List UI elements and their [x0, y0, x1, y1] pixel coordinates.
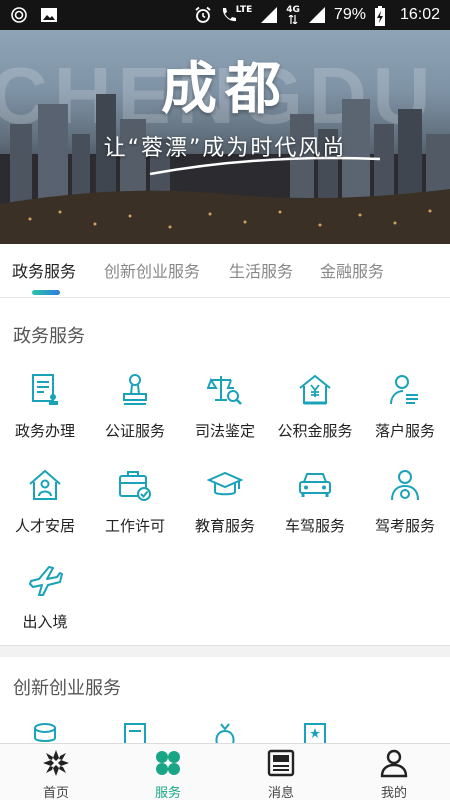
home-person-icon	[29, 469, 61, 500]
service-innovation-2[interactable]	[90, 722, 180, 744]
data-arrows-icon	[288, 15, 298, 24]
service-education[interactable]: 教育服务	[180, 467, 270, 536]
category-tabs: 政务服务 创新创业服务 生活服务 金融服务	[0, 244, 450, 298]
graduation-cap-icon	[207, 471, 243, 496]
alarm-icon	[194, 6, 212, 24]
document-stamp-icon	[32, 374, 58, 405]
service-label: 公积金服务	[277, 422, 353, 440]
clock: 16:02	[399, 6, 440, 23]
bottom-navigation: 首页 服务 消息 我的	[0, 743, 450, 800]
service-label: 落户服务	[374, 422, 435, 440]
tab-indicator	[32, 290, 60, 295]
call-lte-icon: LTE	[220, 5, 253, 24]
badge-star-icon	[304, 723, 326, 744]
service-innovation-4[interactable]	[270, 722, 360, 744]
tab-government-services[interactable]: 政务服务	[12, 258, 76, 282]
network-4g-label: 4G	[286, 5, 300, 15]
house-yuan-icon	[299, 374, 331, 405]
service-label: 教育服务	[194, 517, 255, 535]
seal-stamp-icon	[123, 374, 147, 405]
home-logo-icon	[43, 750, 69, 776]
service-household-registration[interactable]: 落户服务	[360, 372, 450, 441]
clover-grid-icon	[156, 751, 180, 775]
driver-person-icon	[391, 470, 419, 501]
signal-2-icon	[308, 6, 326, 24]
service-label: 驾考服务	[374, 517, 435, 535]
network-4g-indicator: 4G	[286, 6, 300, 24]
service-label: 出入境	[22, 613, 68, 631]
signal-icon	[260, 6, 278, 24]
banner-subtitle: 让“蓉漂”成为时代风尚	[103, 136, 347, 161]
car-icon	[299, 473, 331, 497]
scales-search-icon	[207, 376, 242, 405]
lte-label: LTE	[235, 5, 253, 15]
section-title-government: 政务服务	[13, 326, 85, 347]
nav-services[interactable]: 服务	[123, 748, 213, 800]
tab-finance-services[interactable]: 金融服务	[320, 258, 384, 282]
service-label: 司法鉴定	[194, 422, 255, 440]
nav-home[interactable]: 首页	[11, 748, 101, 800]
airplane-icon	[29, 566, 63, 596]
service-talent-housing[interactable]: 人才安居	[0, 467, 90, 536]
service-label: 政务办理	[14, 422, 75, 440]
service-exit-entry[interactable]: 出入境	[0, 563, 90, 632]
service-work-permit[interactable]: 工作许可	[90, 467, 180, 536]
money-bag-icon	[215, 723, 235, 744]
service-notary[interactable]: 公证服务	[90, 372, 180, 441]
section-divider	[0, 645, 450, 657]
tab-innovation-services[interactable]: 创新创业服务	[104, 258, 200, 282]
banner-title: 成都	[161, 56, 289, 122]
coins-icon	[34, 723, 56, 742]
status-bar: LTE 4G 79% 16:02	[0, 0, 450, 30]
battery-charging-icon	[374, 6, 392, 26]
service-label: 车驾服务	[284, 517, 345, 535]
service-innovation-1[interactable]	[0, 722, 90, 744]
tab-life-services[interactable]: 生活服务	[229, 258, 293, 282]
swirl-notification-icon	[10, 6, 28, 24]
user-icon	[380, 749, 408, 778]
news-icon	[267, 749, 295, 777]
service-driving-test[interactable]: 驾考服务	[360, 467, 450, 536]
certificate-icon	[124, 723, 146, 744]
service-label: 公证服务	[104, 422, 165, 440]
promo-banner[interactable]: CHENGDU 成都 让“蓉漂”成为时代风尚	[0, 30, 450, 244]
service-vehicle-driver[interactable]: 车驾服务	[270, 467, 360, 536]
service-government-affairs[interactable]: 政务办理	[0, 372, 90, 441]
image-notification-icon	[40, 6, 58, 24]
nav-profile[interactable]: 我的	[349, 748, 439, 800]
nav-label: 服务	[154, 786, 181, 800]
nav-label: 首页	[42, 786, 69, 800]
person-card-icon	[390, 375, 418, 405]
service-label: 工作许可	[104, 517, 165, 535]
service-label: 人才安居	[14, 517, 75, 535]
service-innovation-3[interactable]	[180, 722, 270, 744]
nav-messages[interactable]: 消息	[236, 748, 326, 800]
section-title-innovation: 创新创业服务	[13, 678, 121, 699]
service-housing-fund[interactable]: 公积金服务	[270, 372, 360, 441]
nav-label: 消息	[267, 786, 294, 800]
nav-label: 我的	[380, 786, 407, 800]
service-judicial-appraisal[interactable]: 司法鉴定	[180, 372, 270, 441]
battery-percent: 79%	[333, 6, 366, 23]
briefcase-check-icon	[119, 471, 151, 501]
